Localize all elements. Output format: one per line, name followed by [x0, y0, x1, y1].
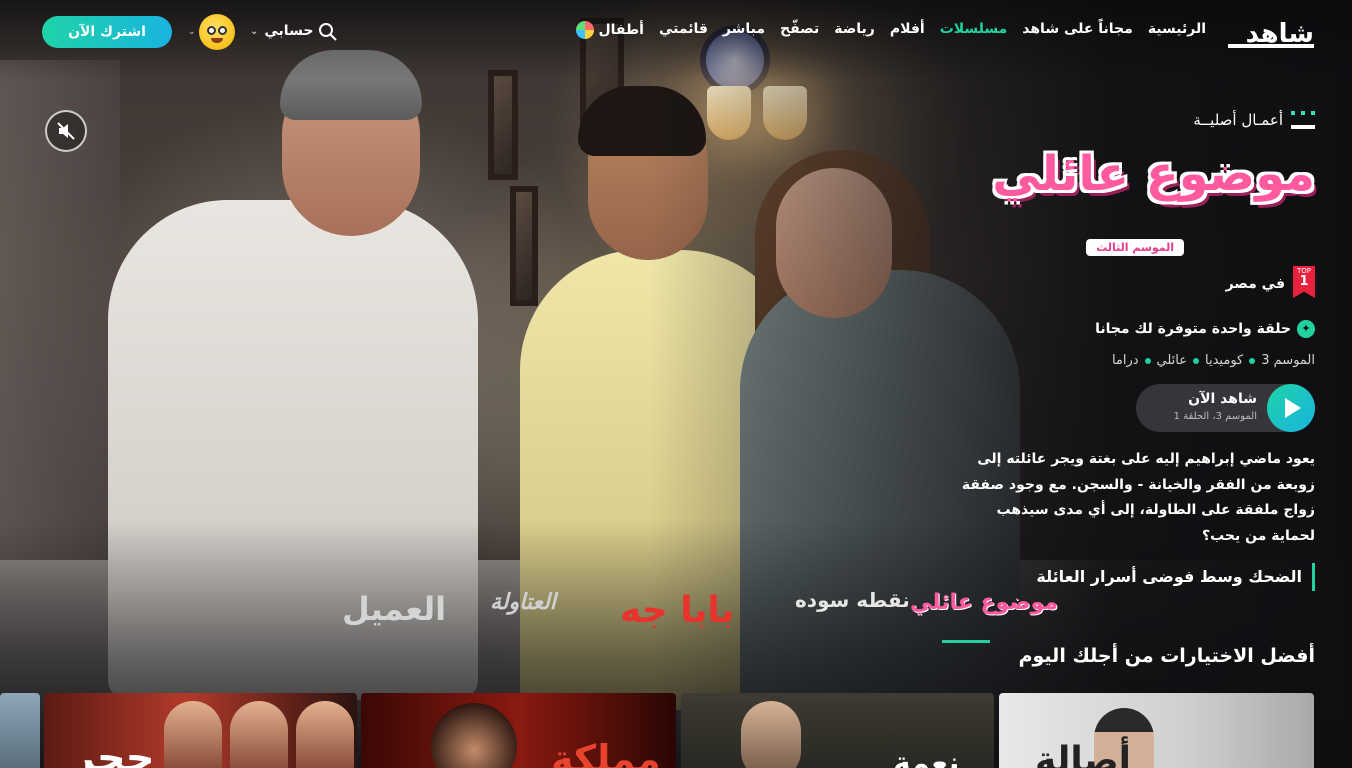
watch-now-episode: الموسم 3، الحلقة 1	[1173, 411, 1257, 422]
meta-genre: كوميديا	[1205, 353, 1244, 368]
menu-item-series[interactable]: مسلسلات	[940, 21, 1008, 39]
meta-genre: عائلي	[1156, 353, 1188, 368]
free-episode-note: ✦ حلقة واحدة متوفرة لك مجانا	[1095, 320, 1315, 338]
top-badge-rank: 1	[1299, 274, 1309, 289]
menu-item-my-list[interactable]: قائمتي	[659, 21, 708, 39]
menu-item-browse[interactable]: تصفّح	[780, 21, 819, 39]
show-title-logo: موضوع عائلي	[992, 146, 1316, 202]
show-description: يعود ماضي إبراهيم إليه على بغتة ويجر عائ…	[961, 451, 1315, 544]
show-tagline: الضحك وسط فوضى أسرار العائلة	[1036, 563, 1315, 591]
show-card-title: نعمة	[893, 746, 960, 768]
show-card-title: أصالة	[1035, 740, 1131, 768]
section-title: أفضل الاختيارات من أجلك اليوم	[1018, 645, 1315, 667]
brand-logo-bar	[1228, 44, 1314, 48]
avatar-eye	[218, 26, 227, 35]
play-icon	[1267, 384, 1315, 432]
originals-icon	[1291, 111, 1315, 129]
main-menu: الرئيسية مجاناً على شاهد مسلسلات أفلام ر…	[561, 21, 1206, 39]
free-episode-text: حلقة واحدة متوفرة لك مجانا	[1095, 321, 1291, 337]
carousel-logo[interactable]: العتاولة	[490, 590, 556, 615]
show-card[interactable]: حجر	[44, 693, 357, 768]
hero-carousel: العميل العتاولة بابا جه نقطه سوده موضوع …	[330, 580, 1058, 646]
balloon-icon	[576, 21, 595, 39]
show-card[interactable]: نعمة	[681, 693, 994, 768]
menu-item-live[interactable]: مباشر	[723, 21, 765, 39]
menu-item-movies[interactable]: أفلام	[890, 21, 925, 39]
carousel-logo-active[interactable]: موضوع عائلي	[910, 590, 1058, 615]
subscribe-button[interactable]: اشترك الآن	[42, 16, 172, 48]
chevron-down-icon: ⌄	[250, 25, 259, 37]
show-meta: الموسم 3 كوميديا عائلي دراما	[1112, 353, 1315, 368]
poster-cast	[741, 701, 801, 768]
originals-text: أعمـال أصليــة	[1193, 111, 1283, 129]
chevron-down-icon[interactable]: ⌄	[188, 27, 196, 37]
avatar-eye	[207, 26, 216, 35]
search-icon[interactable]	[318, 22, 338, 42]
poster-cast	[164, 701, 354, 768]
show-card-title: مملكة	[551, 737, 661, 768]
menu-item-sports[interactable]: رياضة	[834, 21, 875, 39]
season-tag: الموسم الثالث	[1086, 239, 1184, 256]
show-card[interactable]: مملكة	[361, 693, 676, 768]
sparkle-icon: ✦	[1297, 320, 1315, 338]
rank-region: في مصر	[1225, 276, 1285, 292]
watch-now-label: شاهد الآن	[1188, 391, 1257, 407]
carousel-logo[interactable]: بابا جه	[620, 590, 734, 631]
poster-cast	[431, 703, 517, 768]
carousel-logo[interactable]: نقطه سوده	[795, 590, 910, 610]
menu-item-free[interactable]: مجاناً على شاهد	[1022, 21, 1133, 39]
menu-item-kids-label: أطفال	[598, 22, 644, 38]
meta-season: الموسم 3	[1261, 353, 1315, 368]
account-menu[interactable]: ⌄ حسابي	[250, 23, 313, 39]
mute-icon[interactable]	[45, 110, 87, 152]
avatar-mouth	[211, 38, 223, 43]
menu-item-home[interactable]: الرئيسية	[1148, 21, 1206, 39]
show-card[interactable]: أصالة	[999, 693, 1314, 768]
menu-item-kids[interactable]: أطفال	[576, 21, 644, 39]
meta-dot	[1249, 357, 1256, 364]
meta-dot	[1144, 357, 1151, 364]
avatar[interactable]	[199, 14, 235, 50]
meta-genre: دراما	[1111, 353, 1139, 368]
account-label: حسابي	[264, 23, 314, 39]
originals-label: أعمـال أصليــة	[1193, 111, 1315, 129]
carousel-logo[interactable]: العميل	[342, 590, 446, 628]
watch-now-button[interactable]: شاهد الآن الموسم 3، الحلقة 1	[1136, 384, 1315, 432]
show-card[interactable]	[0, 693, 40, 768]
carousel-active-indicator	[942, 640, 990, 643]
meta-dot	[1193, 357, 1200, 364]
show-card-title: حجر	[72, 735, 155, 768]
